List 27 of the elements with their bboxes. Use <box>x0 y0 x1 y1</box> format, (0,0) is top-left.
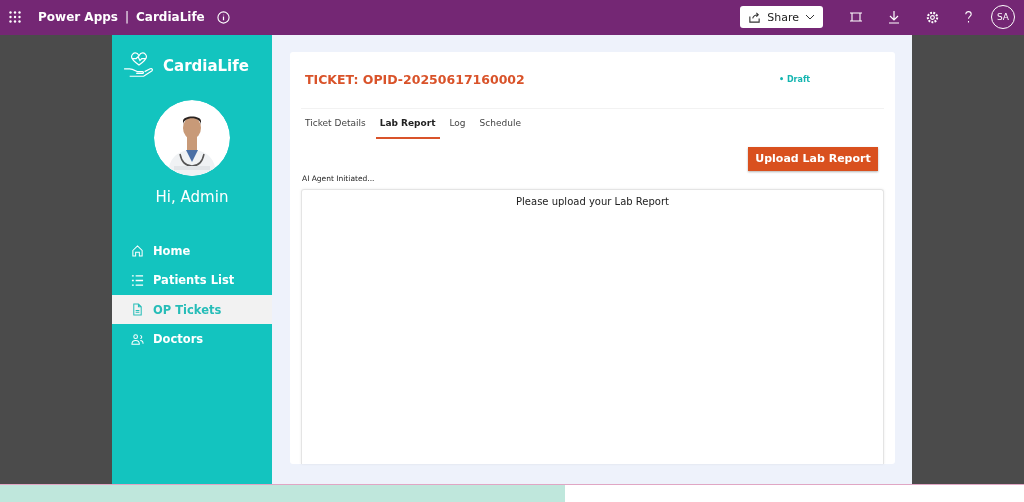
ticket-title: TICKET: OPID-20250617160002 <box>305 72 526 88</box>
tab[interactable]: Log <box>445 108 470 139</box>
heart-hand-icon <box>123 51 155 80</box>
tab[interactable]: Ticket Details <box>301 108 370 139</box>
home-icon <box>131 244 144 258</box>
app-launcher-icon[interactable] <box>9 11 21 24</box>
document-icon <box>131 303 144 317</box>
share-button[interactable]: Share <box>740 6 823 29</box>
app-name: Power Apps <box>38 10 118 25</box>
brand-name: CardiaLife <box>163 56 249 75</box>
upload-prompt: Please upload your Lab Report <box>516 195 669 207</box>
tab[interactable]: Schedule <box>475 108 525 139</box>
greeting: Hi, Admin <box>155 187 229 206</box>
download-icon[interactable] <box>887 10 901 25</box>
info-icon[interactable] <box>216 10 230 24</box>
list-icon <box>131 273 144 287</box>
tab[interactable]: Lab Report <box>375 108 440 139</box>
app-title: CardiaLife <box>136 10 205 25</box>
people-icon <box>131 332 144 346</box>
chevron-down-icon <box>805 14 815 21</box>
help-icon[interactable] <box>964 10 973 25</box>
separator: | <box>124 10 129 25</box>
fit-screen-icon[interactable] <box>849 10 863 25</box>
status-label: • Draft <box>779 75 811 85</box>
settings-icon[interactable] <box>925 9 940 25</box>
upload-button[interactable]: Upload Lab Report <box>748 146 878 171</box>
share-icon <box>748 10 762 24</box>
